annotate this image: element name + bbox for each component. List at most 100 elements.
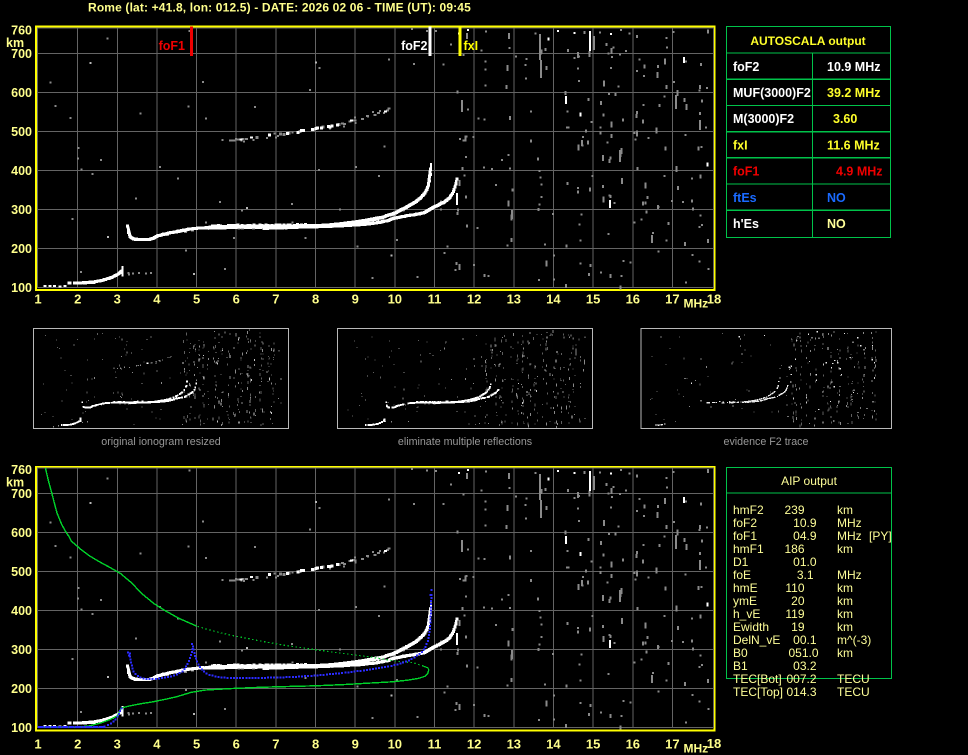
svg-text:17: 17 [665,737,679,752]
svg-text:007.2: 007.2 [786,672,816,686]
svg-text:300: 300 [11,203,32,217]
svg-text:B1: B1 [733,659,748,673]
svg-text:MHz: MHz [684,742,709,755]
svg-text:8: 8 [312,737,319,752]
svg-text:D1: D1 [733,555,749,569]
svg-text:5: 5 [193,291,200,306]
svg-text:14: 14 [546,737,561,752]
svg-text:3: 3 [114,737,121,752]
svg-text:7: 7 [272,291,279,306]
svg-text:500: 500 [11,565,32,579]
svg-text:600: 600 [11,86,32,100]
svg-text:400: 400 [11,164,32,178]
svg-text:km: km [837,503,853,517]
svg-text:km: km [837,594,853,608]
svg-text:9: 9 [352,737,359,752]
svg-text:NO: NO [827,191,846,205]
svg-text:MHz: MHz [837,529,862,543]
svg-text:3.1: 3.1 [797,568,814,582]
svg-text:km: km [837,581,853,595]
svg-text:300: 300 [11,643,32,657]
svg-text:foE: foE [733,568,751,582]
svg-text:3.60: 3.60 [833,112,857,126]
svg-text:10: 10 [388,291,402,306]
svg-text:014.3: 014.3 [786,685,816,699]
svg-text:13: 13 [507,737,521,752]
svg-text:01.0: 01.0 [793,555,817,569]
svg-text:TECU: TECU [837,685,870,699]
svg-text:100: 100 [11,721,32,735]
svg-text:8: 8 [312,291,319,306]
svg-text:5: 5 [193,737,200,752]
svg-text:km: km [837,646,853,660]
svg-text:18: 18 [707,291,721,306]
svg-text:39.2 MHz: 39.2 MHz [827,86,881,100]
svg-text:20: 20 [791,594,805,608]
svg-text:1: 1 [34,291,41,306]
svg-text:[PY]: [PY] [869,529,892,543]
svg-text:600: 600 [11,526,32,540]
svg-text:M(3000)F2: M(3000)F2 [733,112,794,126]
svg-text:17: 17 [665,291,679,306]
svg-text:TECU: TECU [837,672,870,686]
svg-text:Ewidth: Ewidth [733,620,769,634]
svg-text:14: 14 [546,291,561,306]
svg-text:km: km [837,542,853,556]
svg-text:12: 12 [467,737,481,752]
svg-text:11: 11 [428,291,442,306]
svg-text:Rome (lat: +41.8, lon: 012.5): Rome (lat: +41.8, lon: 012.5) - DATE: 20… [88,1,471,15]
svg-text:fxI: fxI [733,138,748,152]
svg-text:15: 15 [586,291,600,306]
svg-text:4: 4 [153,737,161,752]
svg-text:18: 18 [707,736,721,751]
svg-text:ftEs: ftEs [733,191,757,205]
svg-text:6: 6 [233,291,240,306]
svg-text:AUTOSCALA output: AUTOSCALA output [750,34,865,48]
svg-text:4.9 MHz: 4.9 MHz [836,165,883,179]
svg-text:3: 3 [114,291,121,306]
svg-text:MHz: MHz [837,516,862,530]
svg-text:16: 16 [626,737,640,752]
svg-text:km: km [837,607,853,621]
svg-text:NO: NO [827,217,846,231]
svg-text:239: 239 [784,503,804,517]
svg-text:6: 6 [233,737,240,752]
svg-text:10.9: 10.9 [793,516,817,530]
svg-text:11: 11 [428,737,442,752]
svg-text:7: 7 [272,737,279,752]
svg-text:9: 9 [352,291,359,306]
svg-text:1: 1 [34,737,41,752]
svg-text:700: 700 [11,487,32,501]
svg-text:200: 200 [11,682,32,696]
svg-text:ymE: ymE [733,594,757,608]
svg-text:DelN_vE: DelN_vE [733,633,780,647]
svg-text:foF1: foF1 [733,165,759,179]
svg-text:foF2: foF2 [733,60,759,74]
svg-text:AIP output: AIP output [781,474,837,488]
svg-text:2: 2 [74,737,81,752]
svg-text:700: 700 [11,47,32,61]
svg-text:eliminate multiple reflections: eliminate multiple reflections [398,436,532,448]
svg-text:MHz: MHz [684,297,709,311]
svg-text:original ionogram resized: original ionogram resized [101,436,220,448]
svg-text:foF2: foF2 [733,516,757,530]
svg-text:10.9 MHz: 10.9 MHz [827,60,881,74]
svg-text:km: km [837,620,853,634]
svg-text:12: 12 [467,291,481,306]
svg-text:m^(-3): m^(-3) [837,633,871,647]
svg-text:TEC[Bot]: TEC[Bot] [733,672,782,686]
svg-text:400: 400 [11,604,32,618]
svg-text:hmE: hmE [733,581,758,595]
svg-text:foF2: foF2 [401,39,427,53]
svg-text:119: 119 [785,607,804,621]
svg-text:hmF2: hmF2 [733,503,764,517]
svg-text:MUF(3000)F2: MUF(3000)F2 [733,86,811,100]
svg-text:15: 15 [586,737,600,752]
svg-text:hmF1: hmF1 [733,542,764,556]
svg-text:100: 100 [11,281,32,295]
svg-text:051.0: 051.0 [788,646,818,660]
svg-text:fxI: fxI [464,39,479,53]
svg-text:foF1: foF1 [159,39,185,53]
svg-text:4: 4 [153,291,161,306]
svg-text:TEC[Top]: TEC[Top] [733,685,783,699]
